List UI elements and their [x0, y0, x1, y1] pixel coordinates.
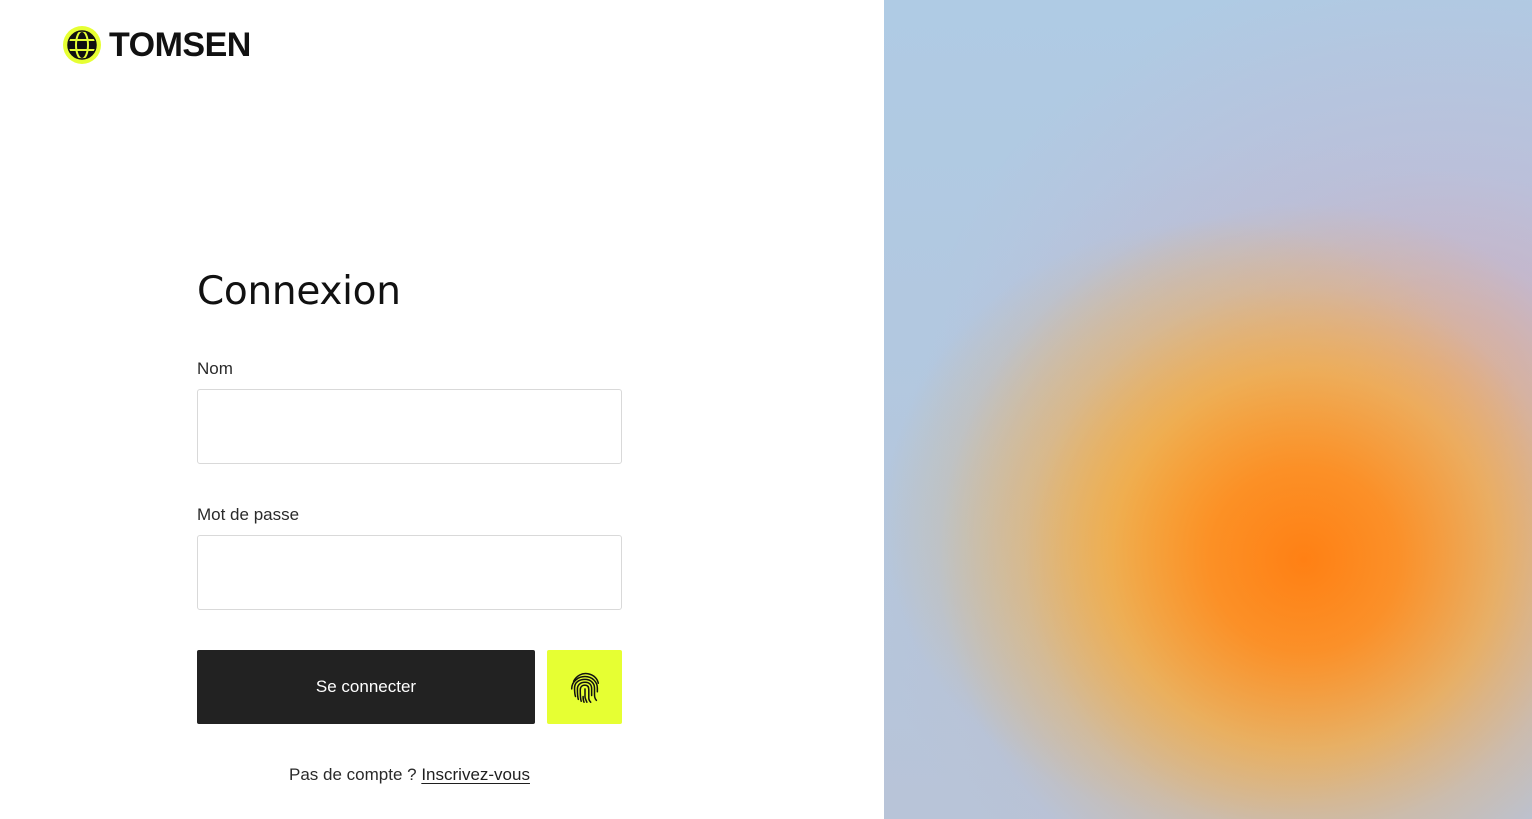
brand-logo[interactable]: TOMSEN — [62, 25, 251, 65]
globe-icon — [63, 26, 101, 64]
page-title: Connexion — [197, 269, 401, 314]
decorative-gradient-panel — [884, 0, 1532, 819]
no-account-text: Pas de compte ? — [289, 765, 417, 784]
password-label: Mot de passe — [197, 505, 300, 524]
signup-link[interactable]: Inscrivez-vous — [421, 765, 530, 784]
fingerprint-login-button[interactable] — [547, 650, 622, 724]
password-input[interactable] — [197, 535, 622, 610]
login-button[interactable]: Se connecter — [197, 650, 535, 724]
login-form: Connexion Nom Mot de passe Se connecter … — [197, 266, 622, 784]
fingerprint-icon — [570, 672, 599, 703]
signup-prompt: Pas de compte ? Inscrivez-vous — [197, 764, 622, 786]
login-panel: TOMSEN Connexion Nom Mot de passe Se con… — [0, 0, 884, 819]
name-input[interactable] — [197, 389, 622, 464]
brand-name: TOMSEN — [109, 26, 251, 64]
name-label: Nom — [197, 359, 233, 378]
